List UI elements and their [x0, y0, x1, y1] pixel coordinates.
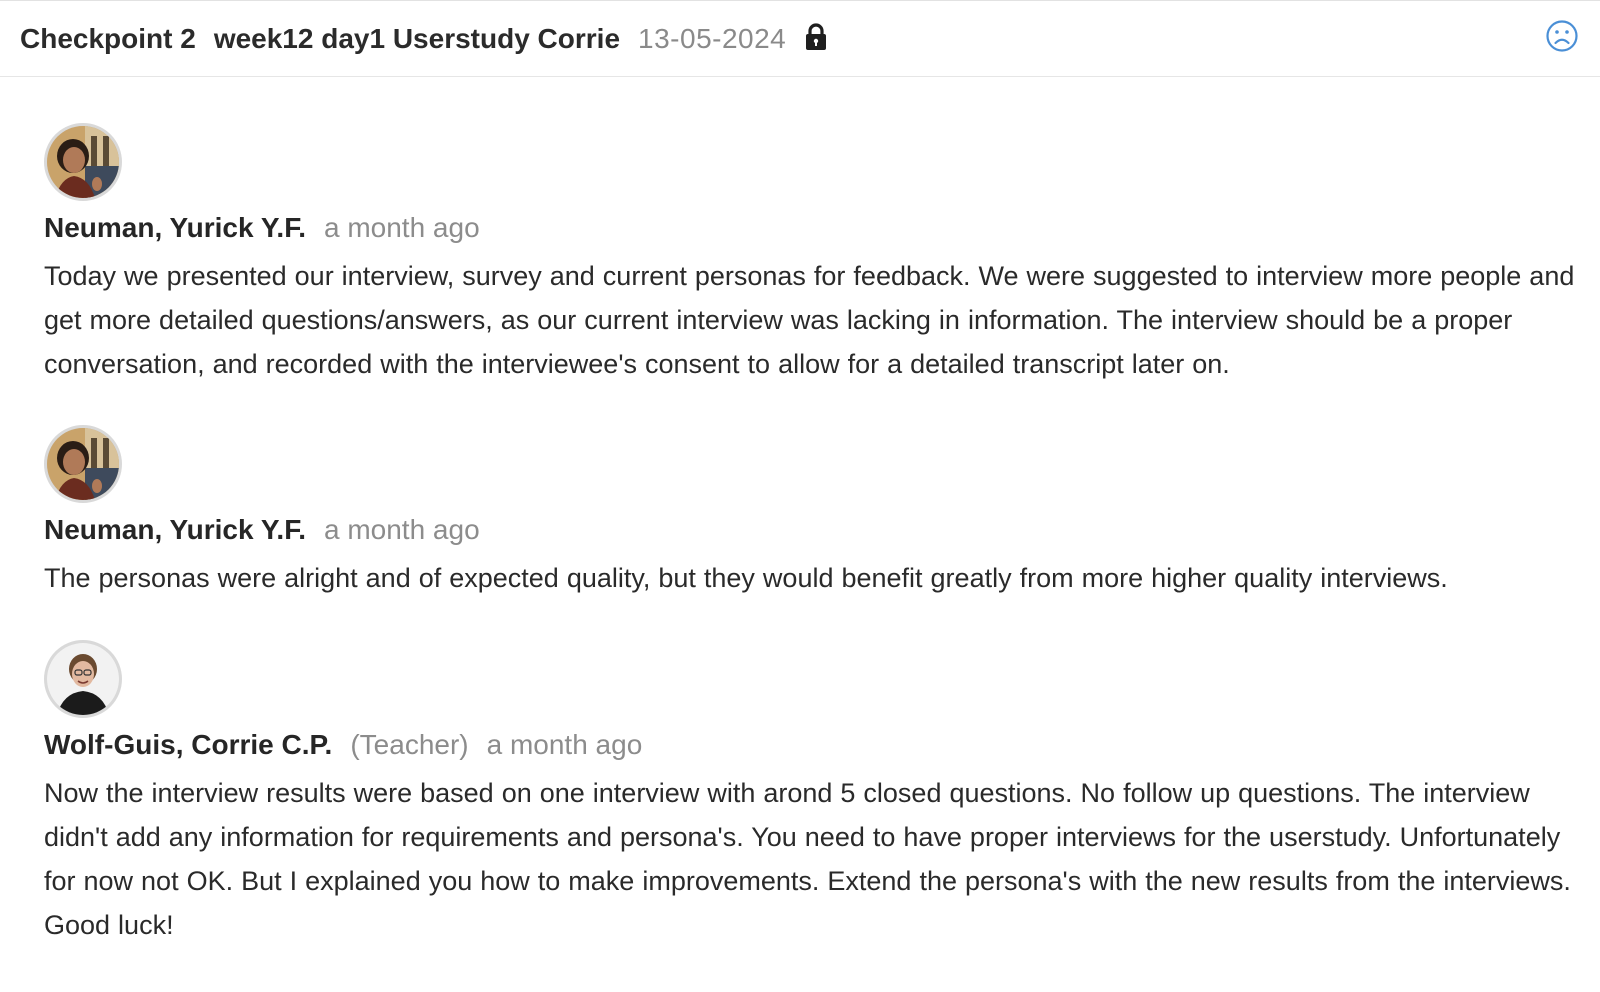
avatar — [44, 123, 122, 201]
comment-item: Wolf-Guis, Corrie C.P. (Teacher) a month… — [44, 640, 1584, 947]
avatar — [44, 425, 122, 503]
comment-text: Now the interview results were based on … — [44, 778, 1571, 940]
comment-meta: Neuman, Yurick Y.F. a month ago — [44, 211, 1584, 245]
comment-timestamp: a month ago — [323, 514, 480, 545]
page-header: Checkpoint 2 week12 day1 Userstudy Corri… — [0, 0, 1600, 77]
lock-icon — [804, 22, 828, 52]
comment-item: Neuman, Yurick Y.F. a month ago Today we… — [44, 123, 1584, 386]
comment-text: Today we presented our interview, survey… — [44, 261, 1575, 379]
comment-author[interactable]: Neuman, Yurick Y.F. — [44, 514, 306, 546]
comment-role-badge: (Teacher) — [350, 729, 469, 760]
comment-timestamp: a month ago — [486, 729, 643, 760]
assignment-date: 13-05-2024 — [638, 23, 787, 54]
comment-text: The personas were alright and of expecte… — [44, 563, 1448, 593]
assignment-title: week12 day1 Userstudy Corrie — [213, 23, 621, 54]
page-title: Checkpoint 2 week12 day1 Userstudy Corri… — [20, 21, 828, 57]
comment-meta: Neuman, Yurick Y.F. a month ago — [44, 513, 1584, 547]
checkpoint-label: Checkpoint 2 — [20, 23, 196, 54]
comment-author[interactable]: Neuman, Yurick Y.F. — [44, 212, 306, 244]
comment-timestamp: a month ago — [323, 212, 480, 243]
sad-face-icon[interactable] — [1545, 19, 1579, 53]
comment-author[interactable]: Wolf-Guis, Corrie C.P. — [44, 729, 332, 761]
comment-meta: Wolf-Guis, Corrie C.P. (Teacher) a month… — [44, 728, 1584, 762]
comment-item: Neuman, Yurick Y.F. a month ago The pers… — [44, 425, 1584, 600]
avatar — [44, 640, 122, 718]
